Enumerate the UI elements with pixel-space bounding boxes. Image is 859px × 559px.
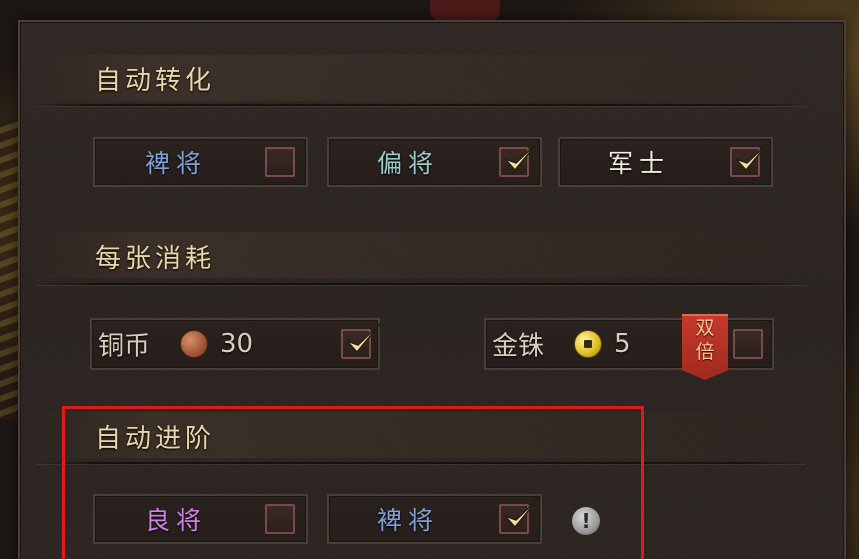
checkbox-unchecked[interactable] [265, 147, 295, 177]
checkmark-icon [346, 322, 382, 354]
background-art-top [430, 0, 500, 22]
section-title-cost: 每张消耗 [95, 244, 216, 274]
gold-coin-icon [574, 330, 602, 358]
badge-char: 倍 [695, 341, 715, 363]
highlight-box [62, 406, 644, 559]
option-pianjiang-bi[interactable]: 裨将 [93, 137, 308, 187]
checkbox-checked[interactable] [341, 322, 382, 359]
option-label: 军士 [608, 149, 671, 178]
currency-label: 金铢 [492, 331, 545, 362]
gold-amount: 5 [614, 329, 631, 359]
option-copper-cost[interactable]: 铜币 30 [90, 318, 382, 370]
option-label: 偏将 [377, 149, 440, 178]
divider [36, 104, 806, 106]
option-junshi[interactable]: 军士 [558, 137, 773, 187]
option-pianjiang[interactable]: 偏将 [327, 137, 542, 187]
background-art [0, 120, 20, 420]
double-badge-icon: 双 倍 [682, 314, 728, 380]
checkbox-unchecked[interactable] [733, 329, 763, 359]
section-title-auto-convert: 自动转化 [95, 66, 216, 96]
badge-char: 双 [695, 317, 715, 339]
checkbox-checked[interactable] [730, 140, 771, 177]
checkmark-icon [504, 140, 540, 172]
checkmark-icon [735, 140, 771, 172]
divider [36, 283, 806, 285]
option-label: 裨将 [145, 149, 208, 178]
copper-amount: 30 [220, 329, 254, 359]
currency-label: 铜币 [98, 331, 151, 362]
copper-coin-icon [180, 330, 208, 358]
checkbox-checked[interactable] [499, 140, 540, 177]
game-screen: 自动转化 裨将 偏将 军士 每张消耗 铜币 30 金铢 5 双 倍 自动进阶 良… [0, 0, 859, 559]
option-gold-cost[interactable]: 金铢 5 [484, 318, 774, 370]
